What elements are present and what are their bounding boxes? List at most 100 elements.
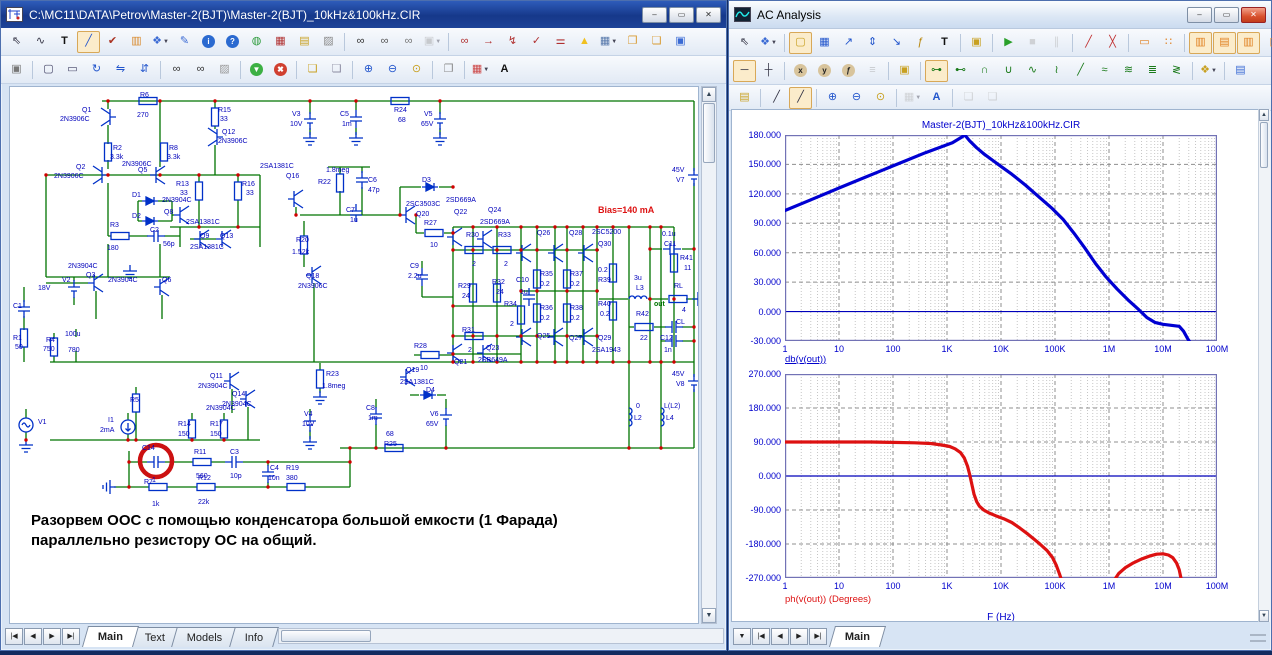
check-document-icon[interactable]: ▦ — [269, 31, 292, 53]
split-window-icon[interactable]: ▣ — [669, 31, 692, 53]
scale-y-icon[interactable]: ⇕ — [861, 32, 884, 54]
pause-icon[interactable]: ∥ — [1045, 32, 1068, 54]
color-palette-icon[interactable]: ▦ ▼ — [469, 59, 492, 81]
wire-mode-icon[interactable]: ∿ — [29, 31, 52, 53]
show-power-icon[interactable]: ↯ — [501, 31, 524, 53]
scale-xy-icon[interactable]: ↘ — [885, 32, 908, 54]
zoom-in-icon[interactable]: ⊕ — [357, 59, 380, 81]
cursor-points-icon[interactable]: ╳ — [1101, 32, 1124, 54]
plot-area[interactable]: Master-2(BJT)_10kHz&100kHz.CIR db(v(out)… — [731, 109, 1259, 622]
global-low-icon[interactable]: ≣ — [1141, 60, 1164, 82]
zoom-100-icon[interactable]: ⊙ — [869, 87, 892, 109]
slope-icon[interactable]: ╱ — [1069, 60, 1092, 82]
vertical-axis-icon[interactable]: ╱ — [789, 86, 812, 109]
tab-info[interactable]: Info — [228, 626, 279, 647]
minimize-button[interactable]: ‒ — [1187, 6, 1212, 23]
zoom-100-icon[interactable]: ⊙ — [405, 59, 428, 81]
design-list-icon[interactable]: ▤ — [293, 31, 316, 53]
copy-attributes-icon[interactable]: ▣ ▼ — [421, 31, 444, 53]
bring-front-icon[interactable]: ❏ — [957, 87, 980, 109]
send-back-icon[interactable]: ❏ — [325, 59, 348, 81]
flip-x-icon[interactable]: ⇋ — [109, 59, 132, 81]
find-wave-icon[interactable]: ∞ — [373, 31, 396, 53]
notes-icon[interactable]: ▨ — [213, 59, 236, 81]
info-icon[interactable]: i — [197, 31, 220, 53]
select-box-icon[interactable]: ▢ — [789, 31, 812, 54]
tab-main[interactable]: Main — [828, 625, 887, 647]
edit-note-icon[interactable]: ▨ — [317, 31, 340, 53]
tab-nav-button[interactable]: |◀ — [5, 627, 23, 645]
zoom-in-icon[interactable]: ⊕ — [821, 87, 844, 109]
warning-icon[interactable]: ▲ — [573, 31, 596, 53]
color-palette-icon[interactable]: ▦ ▼ — [901, 87, 924, 109]
high-icon[interactable]: ∿ — [1021, 60, 1044, 82]
x-value-icon[interactable]: x — [789, 60, 812, 82]
fx-value-icon[interactable]: ƒ — [837, 60, 860, 82]
flip-y-icon[interactable]: ⇵ — [133, 59, 156, 81]
numeric-output-icon[interactable]: ▤ — [733, 87, 756, 109]
find-node-icon[interactable]: ∞ — [397, 31, 420, 53]
phase-curve-label[interactable]: ph(v(out)) (Degrees) — [785, 594, 871, 605]
minimize-button[interactable]: ‒ — [642, 6, 667, 23]
cursor-cross-icon[interactable]: ┼ — [757, 60, 780, 82]
scroll-down-icon[interactable]: ▼ — [1259, 610, 1269, 622]
cursor-horizontal-icon[interactable]: ─ — [733, 59, 756, 82]
data-box-icon[interactable]: ▭ — [1133, 32, 1156, 54]
text-mode-icon[interactable]: T — [53, 31, 76, 53]
schematic-canvas[interactable]: Q1 2N3906C R6 270 R15 33 Q12 2N3906C R2 3.3k R8 3.3… — [9, 86, 699, 624]
bring-front-icon[interactable]: ❏ — [301, 59, 324, 81]
text-tool-icon[interactable]: T — [933, 32, 956, 54]
valley-icon[interactable]: ∪ — [997, 60, 1020, 82]
send-back-icon[interactable]: ❏ — [981, 87, 1004, 109]
panel-single-icon[interactable]: ▯ — [1261, 32, 1272, 54]
grid-properties-icon[interactable]: ▣ — [893, 60, 916, 82]
pin-connections-icon[interactable]: ⚌ — [549, 31, 572, 53]
function-icon[interactable]: ƒ — [909, 32, 932, 54]
scroll-thumb[interactable] — [1260, 122, 1268, 168]
page-small-icon[interactable]: ❏ — [645, 31, 668, 53]
scroll-down-icon[interactable]: ▼ — [702, 608, 716, 623]
close-button[interactable]: ✕ — [1241, 6, 1266, 23]
stop-icon[interactable]: ■ — [1021, 32, 1044, 54]
properties-icon[interactable]: ▣ — [965, 32, 988, 54]
y-value-icon[interactable]: y — [813, 60, 836, 82]
tab-nav-button[interactable]: ◀ — [24, 627, 42, 645]
panel-stack-icon[interactable]: ▥ — [1189, 31, 1212, 54]
tab-nav-button[interactable]: ◀ — [771, 627, 789, 645]
panel-horizontal-icon[interactable]: ▤ — [1213, 31, 1236, 54]
data-points-icon[interactable]: ∷ — [1157, 32, 1180, 54]
prev-point-icon[interactable]: ⊷ — [949, 60, 972, 82]
component-bus-icon[interactable]: ▥ — [125, 31, 148, 53]
cursor-slope-icon[interactable]: ╱ — [1077, 32, 1100, 54]
zoom-out-icon[interactable]: ⊖ — [381, 59, 404, 81]
maximize-button[interactable]: ▭ — [1214, 6, 1239, 23]
new-page-icon[interactable]: ❐ — [621, 31, 644, 53]
schematic-horizontal-scrollbar[interactable] — [278, 628, 724, 644]
quill-icon[interactable]: ✎ — [173, 31, 196, 53]
step-into-icon[interactable]: ▼ — [245, 59, 268, 81]
scale-x-icon[interactable]: ↗ — [837, 32, 860, 54]
show-voltages-icon[interactable]: ∞ — [453, 31, 476, 53]
peak-icon[interactable]: ∩ — [973, 60, 996, 82]
page-flip-icon[interactable]: ❐ — [437, 59, 460, 81]
select-mode-icon[interactable]: ⇖ — [733, 32, 756, 54]
help-icon[interactable]: ? — [221, 31, 244, 53]
show-conditions-icon[interactable]: ✓ — [525, 31, 548, 53]
zoom-out-icon[interactable]: ⊖ — [845, 87, 868, 109]
gain-curve-label[interactable]: db(v(out)) — [785, 354, 826, 365]
pan-graph-icon[interactable]: ▦ — [813, 32, 836, 54]
maximize-button[interactable]: ▭ — [669, 6, 694, 23]
shapes-menu-icon[interactable]: ❖ ▼ — [149, 31, 172, 53]
select-area-icon[interactable]: ▢ — [37, 59, 60, 81]
attributes-icon[interactable]: ▣ — [5, 59, 28, 81]
cursor-clipboard-icon[interactable]: ❖ ▼ — [1197, 60, 1220, 82]
close-button[interactable]: ✕ — [696, 6, 721, 23]
run-icon[interactable]: ▶ — [997, 32, 1020, 54]
next-point-icon[interactable]: ⊶ — [925, 59, 948, 82]
scroll-up-icon[interactable]: ▲ — [1259, 109, 1269, 121]
tab-nav-button[interactable]: ▶ — [43, 627, 61, 645]
panel-vertical-icon[interactable]: ▥ — [1237, 31, 1260, 54]
tab-nav-button[interactable]: ▶ — [790, 627, 808, 645]
stop-icon[interactable]: ✖ — [269, 59, 292, 81]
global-high-icon[interactable]: ≋ — [1117, 60, 1140, 82]
